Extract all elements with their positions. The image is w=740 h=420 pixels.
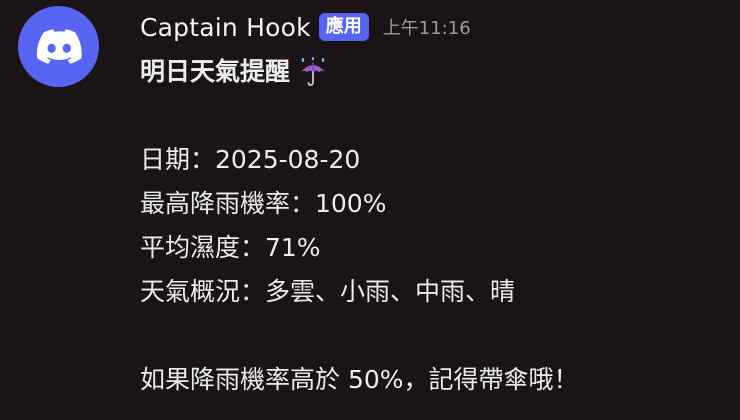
author-name[interactable]: Captain Hook: [140, 13, 311, 42]
reminder-line: 如果降雨機率高於 50%，記得帶傘哦！: [140, 365, 579, 394]
message-header: Captain Hook 應用 上午11:16: [140, 8, 471, 46]
message-timestamp[interactable]: 上午11:16: [383, 14, 471, 40]
chat-message: Captain Hook 應用 上午11:16 明日天氣提醒 日期：2025-0…: [0, 0, 740, 420]
message-content: 明日天氣提醒 日期：2025-08-20 最高降雨機率：100% 平均濕度：71…: [140, 50, 730, 402]
avatar[interactable]: [18, 6, 99, 87]
humidity-line: 平均濕度：71%: [140, 233, 321, 262]
date-line: 日期：2025-08-20: [140, 145, 361, 174]
discord-logo-icon: [36, 28, 82, 64]
app-tag-badge: 應用: [318, 13, 369, 41]
message-title: 明日天氣提醒: [140, 57, 291, 86]
weather-summary-line: 天氣概況：多雲、小雨、中雨、晴: [140, 277, 516, 306]
umbrella-with-rain-icon: [301, 57, 326, 86]
message-title-line: 明日天氣提醒: [140, 50, 730, 94]
rain-probability-line: 最高降雨機率：100%: [140, 189, 387, 218]
